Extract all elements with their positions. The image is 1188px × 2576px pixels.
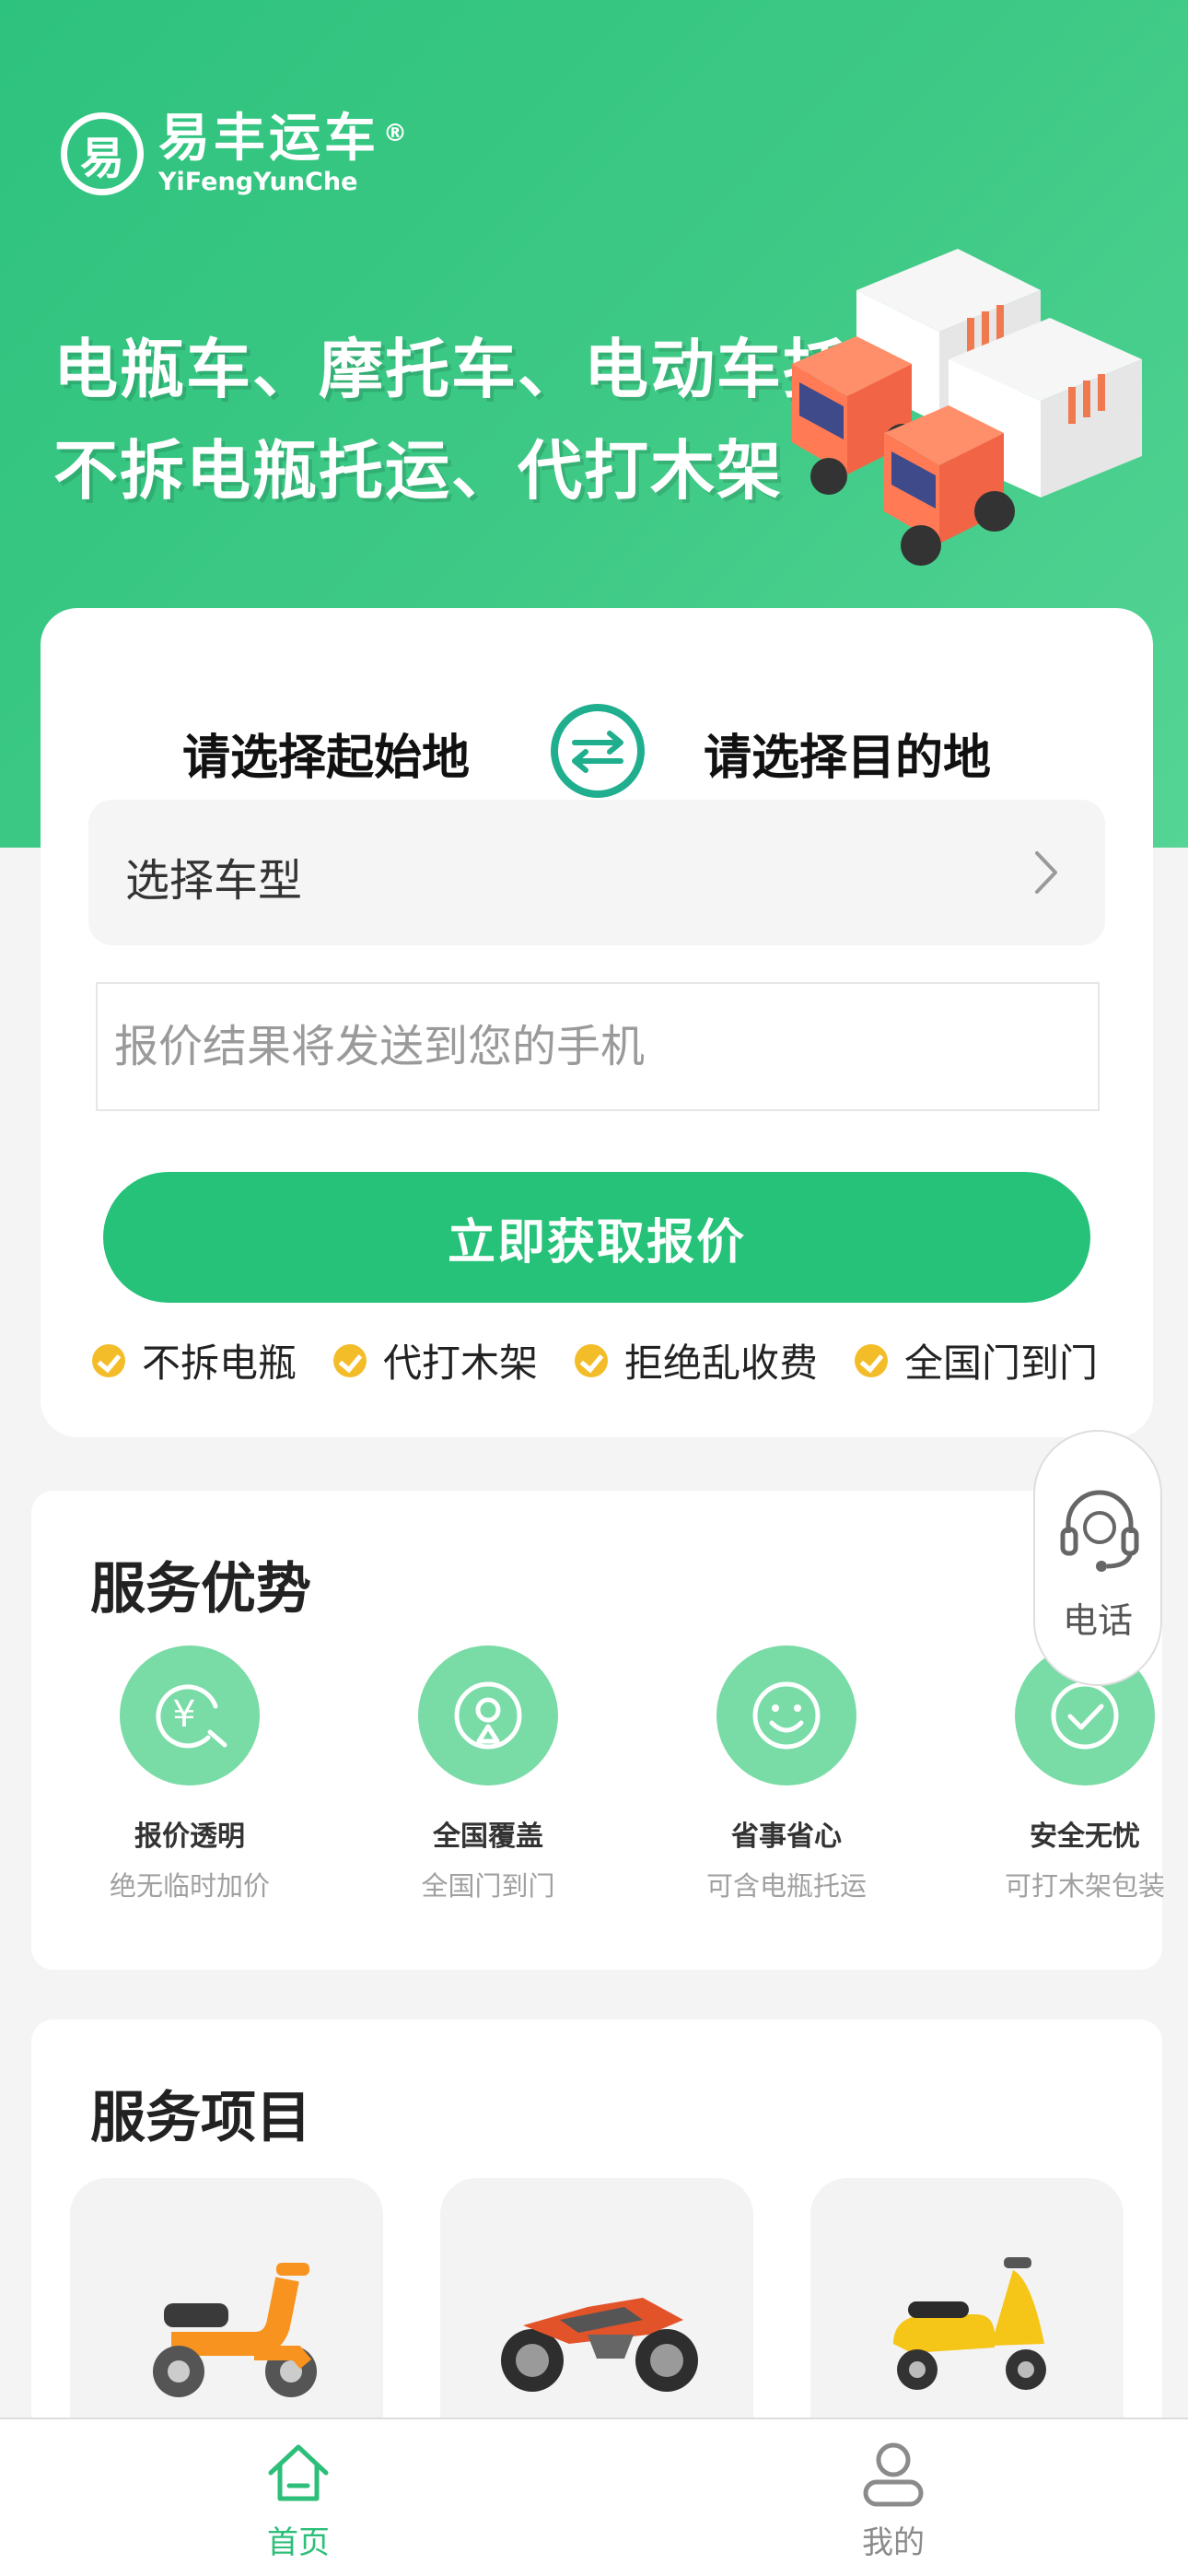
swap-arrows-icon[interactable]: [549, 702, 646, 800]
brand-pinyin: YiFengYunChe: [158, 168, 358, 196]
feature-item: 拒绝乱收费: [575, 1332, 818, 1388]
advantage-subtitle: 绝无临时加价: [109, 1870, 270, 1902]
tab-mine-label: 我的: [862, 2524, 925, 2561]
hero-slogan-line2: 不拆电瓶托运、代打木架: [53, 433, 783, 509]
advantage-subtitle: 可含电瓶托运: [705, 1870, 867, 1902]
phone-call-float-button[interactable]: 电话: [1033, 1430, 1162, 1686]
section-title: 服务优势: [90, 1557, 311, 1622]
check-badge-icon: [855, 1343, 888, 1377]
advantage-item: ¥ 报价透明 绝无临时加价: [52, 1645, 328, 1903]
quote-form-card: 请选择起始地 请选择目的地 选择车型 立即获取报价 不拆电瓶 代打木架 拒绝乱收…: [41, 608, 1153, 1437]
motorcycle-icon: [501, 2298, 698, 2392]
registered-mark: ®: [383, 120, 411, 147]
check-badge-icon: [575, 1343, 608, 1377]
advantage-title: 报价透明: [134, 1821, 245, 1853]
check-badge-icon: [92, 1343, 125, 1377]
get-quote-button[interactable]: 立即获取报价: [103, 1172, 1090, 1303]
brand-logo: 易 易丰运车 ® YiFengYunChe: [61, 109, 407, 197]
feature-item: 不拆电瓶: [92, 1332, 297, 1388]
feature-label: 全国门到门: [904, 1341, 1099, 1386]
headset-icon: [1060, 1490, 1139, 1572]
brand-name: 易丰运车: [158, 109, 379, 169]
electric-scooter-icon: [153, 2263, 317, 2397]
advantage-subtitle: 可打木架包装: [1004, 1870, 1165, 1902]
check-badge-icon: [333, 1343, 367, 1377]
advantage-item: 全国覆盖 全国门到门: [350, 1645, 626, 1903]
service-advantages-section: 服务优势 ¥ 报价透明 绝无临时加价 全国覆盖 全国门到门 省事省心 可含电瓶托…: [31, 1491, 1165, 1970]
tab-home[interactable]: 首页: [188, 2419, 409, 2576]
trucks-illustration: [792, 249, 1142, 566]
feature-item: 代打木架: [333, 1332, 538, 1388]
tab-mine[interactable]: 我的: [783, 2419, 1004, 2576]
user-icon: [863, 2442, 924, 2507]
destination-select[interactable]: 请选择目的地: [704, 719, 991, 788]
vespa-scooter-icon: [893, 2257, 1046, 2390]
advantage-subtitle: 全国门到门: [421, 1870, 555, 1902]
tab-home-label: 首页: [267, 2524, 330, 2561]
feature-label: 代打木架: [383, 1341, 539, 1386]
vehicle-type-select[interactable]: 选择车型: [88, 800, 1105, 945]
call-label: 电话: [1062, 1600, 1133, 1641]
advantage-title: 全国覆盖: [433, 1821, 543, 1853]
feature-label: 不拆电瓶: [142, 1341, 297, 1386]
logo-mark-icon: 易: [61, 112, 144, 195]
advantage-title: 安全无忧: [1030, 1821, 1140, 1853]
home-icon: [268, 2444, 329, 2501]
smiley-icon: [716, 1645, 856, 1786]
advantage-title: 省事省心: [731, 1821, 842, 1853]
feature-item: 全国门到门: [855, 1332, 1098, 1388]
yuan-icon: ¥: [120, 1645, 260, 1786]
bottom-tab-bar: 首页 我的: [0, 2418, 1188, 2576]
advantage-item: 省事省心 可含电瓶托运: [648, 1645, 925, 1903]
section-title: 服务项目: [90, 2086, 311, 2150]
svg-text:¥: ¥: [172, 1693, 195, 1736]
advantage-item: 安全无忧 可打木架包装: [947, 1645, 1188, 1903]
vehicle-type-label: 选择车型: [125, 855, 303, 907]
feature-list: 不拆电瓶 代打木架 拒绝乱收费 全国门到门: [92, 1332, 1133, 1397]
phone-input[interactable]: [96, 982, 1100, 1111]
chevron-right-icon: [1035, 851, 1057, 894]
location-pin-icon: [418, 1645, 558, 1786]
origin-select[interactable]: 请选择起始地: [182, 719, 470, 788]
feature-label: 拒绝乱收费: [624, 1341, 819, 1386]
